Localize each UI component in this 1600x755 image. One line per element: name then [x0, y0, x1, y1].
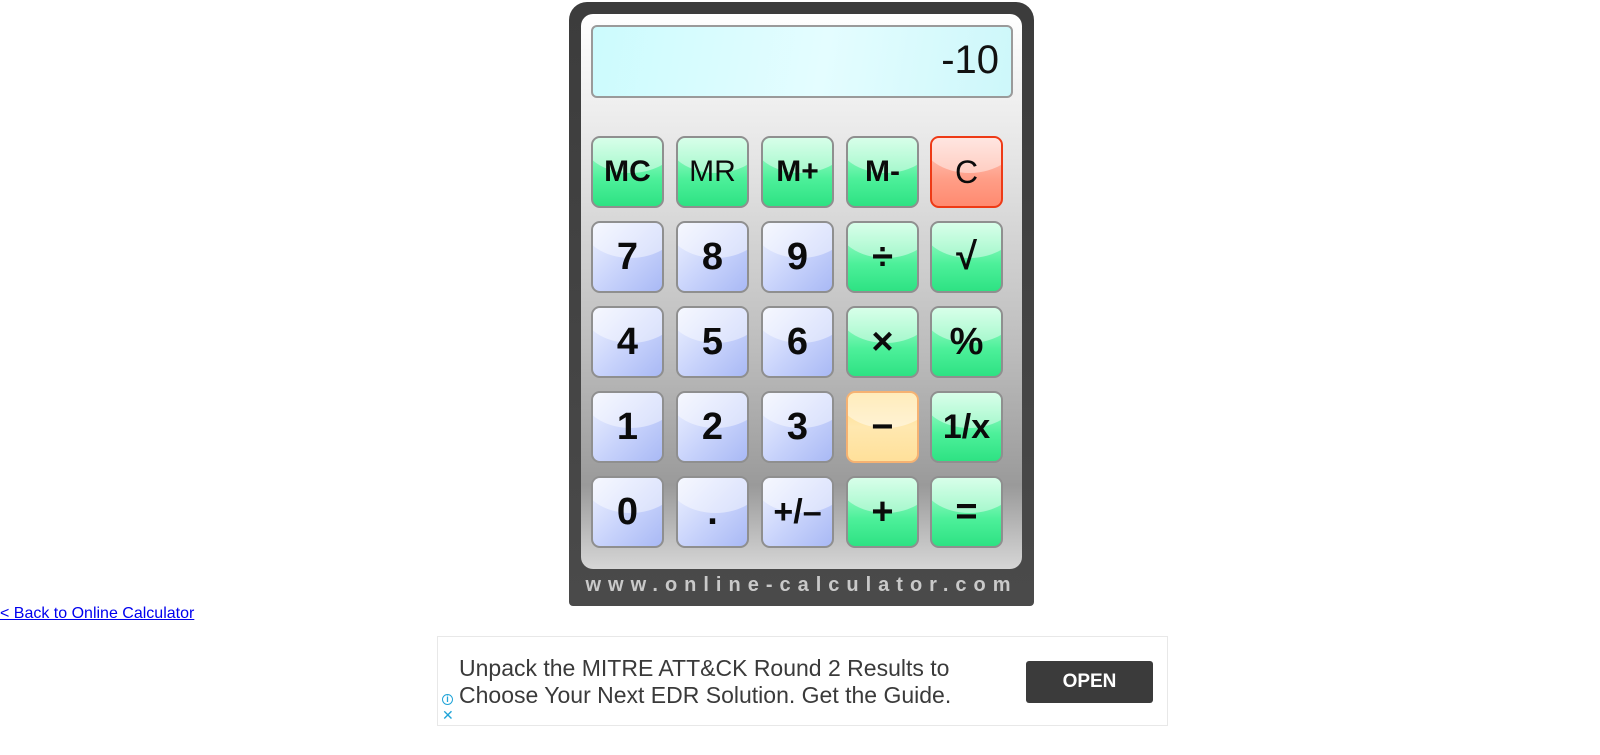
memory-recall-button[interactable]: MR — [676, 136, 749, 208]
memory-recall-label: MR — [689, 155, 736, 188]
decimal-point-button[interactable]: . — [676, 476, 749, 548]
equals-icon: = — [955, 490, 978, 533]
memory-subtract-label: M- — [865, 155, 900, 188]
multiply-button[interactable]: × — [846, 306, 919, 378]
plus-icon: + — [871, 490, 894, 533]
memory-add-button[interactable]: M+ — [761, 136, 834, 208]
digit-4-label: 4 — [616, 320, 639, 363]
divide-icon: ÷ — [872, 235, 893, 278]
subtract-button[interactable]: − — [846, 391, 919, 463]
memory-subtract-button[interactable]: M- — [846, 136, 919, 208]
digit-0-label: 0 — [616, 490, 639, 533]
digit-5-button[interactable]: 5 — [676, 306, 749, 378]
digit-5-label: 5 — [701, 320, 724, 363]
digit-1-label: 1 — [616, 405, 639, 448]
back-to-calculator-link[interactable]: < Back to Online Calculator — [0, 605, 194, 623]
multiply-icon: × — [871, 320, 894, 363]
digit-9-button[interactable]: 9 — [761, 221, 834, 293]
ad-close-icon[interactable]: ✕ — [442, 708, 454, 722]
decimal-point-label: . — [707, 490, 718, 533]
square-root-button[interactable]: √ — [930, 221, 1003, 293]
ad-info-icon[interactable]: i — [442, 694, 453, 705]
calculator-face: -10 MC MR M+ M- C 7 8 9 ÷ √ 4 5 6 × % 1 … — [581, 14, 1022, 569]
digit-3-label: 3 — [786, 405, 809, 448]
reciprocal-label: 1/x — [942, 407, 991, 446]
ad-open-button[interactable]: OPEN — [1026, 661, 1153, 703]
memory-clear-button[interactable]: MC — [591, 136, 664, 208]
digit-7-button[interactable]: 7 — [591, 221, 664, 293]
memory-add-label: M+ — [776, 155, 819, 188]
ad-text: Unpack the MITRE ATT&CK Round 2 Results … — [459, 655, 952, 708]
digit-8-button[interactable]: 8 — [676, 221, 749, 293]
digit-2-button[interactable]: 2 — [676, 391, 749, 463]
memory-clear-label: MC — [604, 155, 651, 188]
ad-banner[interactable]: Unpack the MITRE ATT&CK Round 2 Results … — [437, 636, 1168, 726]
divide-button[interactable]: ÷ — [846, 221, 919, 293]
calculator-site-label: www.online-calculator.com — [585, 574, 1018, 596]
add-button[interactable]: + — [846, 476, 919, 548]
clear-button[interactable]: C — [930, 136, 1003, 208]
digit-0-button[interactable]: 0 — [591, 476, 664, 548]
percent-icon: % — [949, 320, 984, 363]
digit-2-label: 2 — [701, 405, 724, 448]
digit-4-button[interactable]: 4 — [591, 306, 664, 378]
equals-button[interactable]: = — [930, 476, 1003, 548]
reciprocal-button[interactable]: 1/x — [930, 391, 1003, 463]
digit-1-button[interactable]: 1 — [591, 391, 664, 463]
sign-toggle-button[interactable]: +/– — [761, 476, 834, 548]
calculator-display: -10 — [591, 25, 1013, 98]
digit-6-label: 6 — [786, 320, 809, 363]
digit-6-button[interactable]: 6 — [761, 306, 834, 378]
minus-icon: − — [871, 405, 894, 448]
digit-8-label: 8 — [701, 235, 724, 278]
percent-button[interactable]: % — [930, 306, 1003, 378]
square-root-icon: √ — [956, 235, 977, 278]
digit-3-button[interactable]: 3 — [761, 391, 834, 463]
digit-9-label: 9 — [786, 235, 809, 278]
clear-label: C — [954, 153, 979, 190]
calculator: -10 MC MR M+ M- C 7 8 9 ÷ √ 4 5 6 × % 1 … — [569, 2, 1034, 606]
digit-7-label: 7 — [616, 235, 639, 278]
sign-toggle-label: +/– — [773, 492, 822, 531]
